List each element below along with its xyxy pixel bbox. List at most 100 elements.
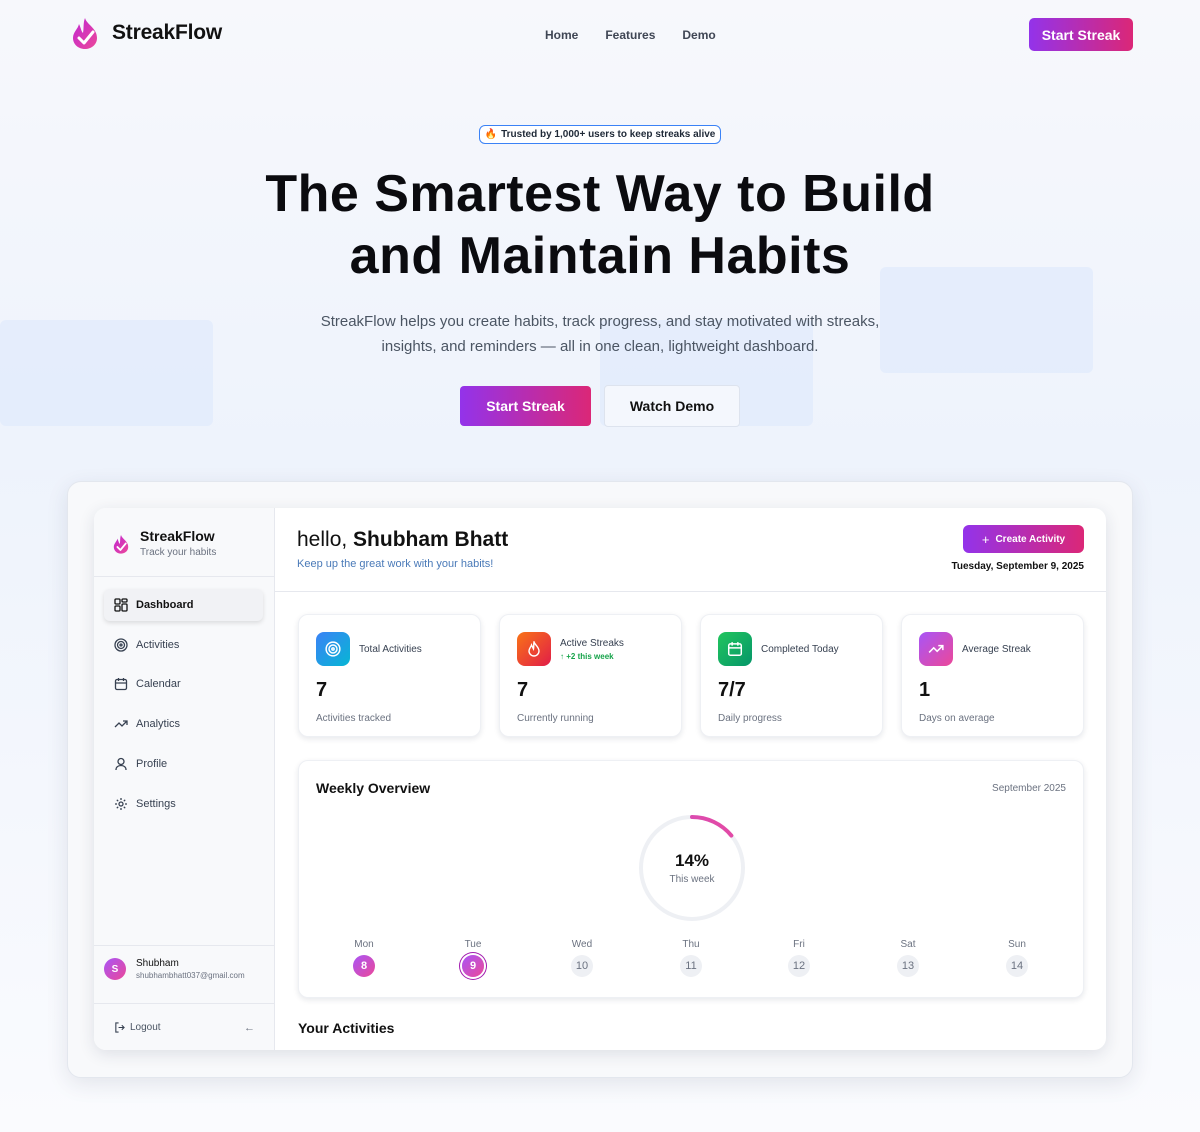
nav-start-streak-button[interactable]: Start Streak: [1029, 18, 1133, 51]
arrow-up-icon: ↑: [560, 652, 564, 661]
day-name: Wed: [571, 939, 593, 950]
weekly-month: September 2025: [992, 783, 1066, 794]
stat-value: 7: [517, 679, 529, 701]
sidebar-item-label: Activities: [136, 639, 180, 651]
top-nav: StreakFlow Home Features Demo Start Stre…: [0, 0, 1200, 70]
main-content: hello, Shubham Bhatt Keep up the great w…: [275, 508, 1106, 1050]
hero-title: The Smartest Way to Build and Maintain H…: [200, 163, 1000, 287]
sidebar-item-label: Analytics: [136, 718, 181, 730]
trust-badge-text: Trusted by 1,000+ users to keep streaks …: [501, 129, 716, 140]
gear-icon: [115, 798, 127, 810]
stat-label: Total Activities: [359, 644, 422, 655]
sidebar-item-analytics[interactable]: Analytics: [104, 708, 263, 740]
user-email: shubhambhatt037@gmail.com: [136, 971, 245, 980]
nav-link-demo[interactable]: Demo: [682, 28, 715, 42]
fire-icon: 🔥: [484, 129, 498, 140]
user-profile[interactable]: S Shubham shubhambhatt037@gmail.com: [104, 958, 245, 980]
trust-badge: 🔥 Trusted by 1,000+ users to keep streak…: [479, 125, 721, 144]
sidebar-item-label: Settings: [136, 798, 176, 810]
divider: [94, 945, 275, 946]
sidebar-item-label: Dashboard: [136, 599, 194, 611]
day-name: Sun: [1008, 939, 1026, 950]
stat-value: 7/7: [718, 679, 746, 701]
sidebar-brand: StreakFlow Track your habits: [112, 528, 216, 558]
logout-label: Logout: [130, 1022, 161, 1033]
greeting-subtitle: Keep up the great work with your habits!: [297, 558, 494, 570]
dashboard-app: StreakFlow Track your habits Dashboard A…: [94, 508, 1106, 1050]
nav-link-home[interactable]: Home: [545, 28, 578, 42]
day-sun[interactable]: Sun 14: [997, 939, 1037, 977]
arrow-left-icon[interactable]: ←: [244, 1022, 255, 1034]
stat-label: Average Streak: [962, 644, 1031, 655]
stat-sub: Days on average: [919, 713, 995, 724]
sidebar-item-dashboard[interactable]: Dashboard: [104, 589, 263, 621]
your-activities-heading: Your Activities: [298, 1020, 395, 1036]
day-date: 13: [897, 955, 919, 977]
sidebar-item-activities[interactable]: Activities: [104, 629, 263, 661]
watch-demo-button[interactable]: Watch Demo: [604, 385, 740, 427]
calendar-icon: [718, 632, 752, 666]
day-name: Thu: [682, 939, 700, 950]
greeting-prefix: hello,: [297, 528, 348, 551]
day-date: 14: [1006, 955, 1028, 977]
greeting: hello, Shubham Bhatt: [297, 528, 508, 552]
hero-title-line1: The Smartest Way to Build: [265, 165, 935, 223]
stat-card-total-activities[interactable]: Total Activities 7 Activities tracked: [298, 614, 481, 737]
trend-icon: [114, 720, 128, 728]
stat-trend: ↑ +2 this week: [560, 652, 614, 661]
sidebar-tagline: Track your habits: [140, 547, 217, 558]
day-sat[interactable]: Sat 13: [888, 939, 928, 977]
hero-subtitle: StreakFlow helps you create habits, trac…: [320, 313, 880, 355]
sidebar-item-settings[interactable]: Settings: [104, 788, 263, 820]
avatar: S: [104, 958, 126, 980]
weekly-title: Weekly Overview: [316, 780, 431, 796]
stat-card-completed-today[interactable]: Completed Today 7/7 Daily progress: [700, 614, 883, 737]
day-date: 9: [462, 955, 484, 977]
flame-icon: [517, 632, 551, 666]
trend-icon: [919, 632, 953, 666]
day-thu[interactable]: Thu 11: [671, 939, 711, 977]
create-activity-label: Create Activity: [995, 533, 1066, 545]
nav-link-features[interactable]: Features: [605, 28, 655, 42]
weekly-percent: 14%: [674, 851, 710, 870]
logout-icon: [115, 1022, 125, 1033]
weekly-overview-card: Weekly Overview September 2025 14% This …: [298, 760, 1084, 998]
greeting-name: Shubham Bhatt: [353, 528, 509, 551]
sidebar-brand-name: StreakFlow: [140, 528, 215, 544]
day-date: 10: [571, 955, 593, 977]
stat-sub: Daily progress: [718, 713, 782, 724]
weekly-percent-label: This week: [669, 874, 715, 885]
day-name: Tue: [464, 939, 482, 950]
day-wed[interactable]: Wed 10: [562, 939, 602, 977]
brand-logo[interactable]: StreakFlow: [70, 16, 222, 50]
stat-card-active-streaks[interactable]: Active Streaks ↑ +2 this week 7 Currentl…: [499, 614, 682, 737]
logout-button[interactable]: Logout: [114, 1022, 161, 1033]
sidebar-item-calendar[interactable]: Calendar: [104, 668, 263, 700]
day-mon[interactable]: Mon 8: [344, 939, 384, 977]
flame-logo-icon: [113, 535, 129, 554]
day-tue[interactable]: Tue 9: [453, 939, 493, 977]
day-name: Fri: [793, 939, 805, 950]
hero-start-streak-button[interactable]: Start Streak: [460, 386, 591, 426]
divider: [275, 591, 1106, 592]
bg-decor: [0, 320, 213, 426]
stat-value: 7: [316, 679, 328, 701]
day-date: 11: [680, 955, 702, 977]
stat-sub: Currently running: [517, 713, 594, 724]
day-fri[interactable]: Fri 12: [779, 939, 819, 977]
target-icon: [114, 638, 128, 652]
divider: [94, 576, 275, 577]
plus-icon: +: [981, 531, 990, 547]
target-icon: [316, 632, 350, 666]
sidebar-item-profile[interactable]: Profile: [104, 748, 263, 780]
create-activity-button[interactable]: + Create Activity: [963, 525, 1084, 553]
stat-label: Active Streaks: [560, 638, 624, 649]
stat-label: Completed Today: [761, 644, 839, 655]
brand-name: StreakFlow: [112, 21, 223, 44]
stat-sub: Activities tracked: [316, 713, 392, 724]
hero-title-line2: and Maintain Habits: [349, 227, 851, 285]
current-date: Tuesday, September 9, 2025: [951, 561, 1084, 572]
user-icon: [115, 757, 127, 771]
calendar-icon: [114, 678, 128, 691]
stat-card-average-streak[interactable]: Average Streak 1 Days on average: [901, 614, 1084, 737]
